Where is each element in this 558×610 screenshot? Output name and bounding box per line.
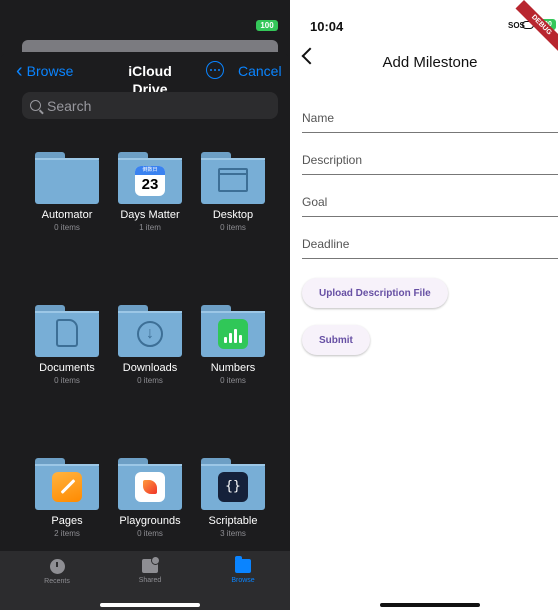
more-options-icon[interactable] — [206, 61, 224, 79]
name-input[interactable] — [302, 105, 558, 131]
tab-bar: Recents Shared Browse — [0, 551, 290, 610]
home-indicator — [100, 603, 200, 607]
folder-name: Desktop — [212, 209, 254, 221]
home-indicator — [380, 603, 480, 607]
description-input[interactable] — [302, 147, 558, 173]
tab-label: Shared — [138, 577, 162, 584]
folder-days-matter[interactable]: 倒数日 23 Days Matter 1 item — [108, 152, 192, 233]
folder-icon — [35, 458, 99, 510]
document-icon — [56, 319, 78, 347]
folder-icon — [201, 305, 265, 357]
folder-count: 3 items — [220, 529, 246, 538]
search-placeholder: Search — [47, 97, 92, 114]
calendar-header: 倒数日 — [135, 166, 165, 175]
folder-count: 0 items — [137, 376, 163, 385]
folder-name: Documents — [39, 362, 95, 374]
folder-icon — [118, 458, 182, 510]
folder-fill-icon — [235, 556, 251, 573]
folder-icon: 倒数日 23 — [118, 152, 182, 204]
folder-count: 1 item — [139, 223, 161, 232]
tab-label: Recents — [44, 578, 70, 585]
folder-icon — [201, 152, 265, 204]
search-icon — [30, 100, 41, 111]
folder-pages[interactable]: Pages 2 items — [25, 458, 109, 539]
goal-field[interactable] — [302, 189, 558, 217]
folder-icon — [35, 152, 99, 204]
numbers-app-icon — [218, 319, 248, 349]
cancel-button[interactable]: Cancel — [238, 62, 282, 80]
deadline-input[interactable] — [302, 231, 558, 257]
page-title: Add Milestone — [382, 54, 478, 71]
tab-label: Browse — [231, 577, 255, 584]
shared-folder-icon — [142, 556, 160, 573]
back-arrow-icon[interactable] — [301, 47, 319, 65]
browse-back-button[interactable]: ‹ Browse — [16, 60, 74, 82]
add-milestone-pane: 10:04 SOS 100 DEBUG Add Milestone Upload… — [290, 0, 558, 610]
folder-icon: {} — [201, 458, 265, 510]
tab-shared[interactable]: Shared — [120, 556, 180, 584]
goal-input[interactable] — [302, 189, 558, 215]
folder-name: Numbers — [210, 362, 256, 374]
name-field[interactable] — [302, 105, 558, 133]
scriptable-app-icon: {} — [218, 472, 248, 502]
chevron-left-icon: ‹ — [16, 60, 23, 82]
folder-name: Days Matter — [120, 209, 180, 221]
pages-app-icon — [52, 472, 82, 502]
upload-description-file-button[interactable]: Upload Description File — [302, 278, 448, 308]
swift-playgrounds-icon — [135, 472, 165, 502]
folder-icon: ↓ — [118, 305, 182, 357]
folder-scriptable[interactable]: {} Scriptable 3 items — [191, 458, 275, 539]
folder-count: 0 items — [220, 376, 246, 385]
clock-icon — [49, 559, 65, 574]
folder-numbers[interactable]: Numbers 0 items — [191, 305, 275, 386]
screen: 100 ‹ Browse iCloud Drive Cancel Search … — [0, 0, 558, 610]
folder-name: Downloads — [122, 362, 178, 374]
folder-icon — [35, 305, 99, 357]
folder-count: 0 items — [54, 223, 80, 232]
folder-name: Pages — [51, 515, 83, 527]
folder-count: 0 items — [137, 529, 163, 538]
folder-playgrounds[interactable]: Playgrounds 0 items — [108, 458, 192, 539]
folder-name: Scriptable — [208, 515, 258, 527]
folder-name: Playgrounds — [119, 515, 181, 527]
tab-recents[interactable]: Recents — [27, 559, 87, 585]
folder-downloads[interactable]: ↓ Downloads 0 items — [108, 305, 192, 386]
folder-count: 0 items — [54, 376, 80, 385]
file-picker-pane: 100 ‹ Browse iCloud Drive Cancel Search … — [0, 0, 290, 610]
desktop-icon — [218, 168, 248, 192]
folder-count: 2 items — [54, 529, 80, 538]
back-label: Browse — [26, 63, 74, 79]
description-field[interactable] — [302, 147, 558, 175]
folder-automator[interactable]: Automator 0 items — [25, 152, 109, 233]
submit-button[interactable]: Submit — [302, 325, 370, 355]
status-time: 10:04 — [310, 19, 344, 34]
tab-browse[interactable]: Browse — [213, 556, 273, 584]
download-arrow-icon: ↓ — [137, 321, 163, 347]
folder-name: Automator — [41, 209, 93, 221]
calendar-day: 23 — [141, 176, 159, 193]
search-field[interactable]: Search — [22, 92, 278, 119]
folder-count: 0 items — [220, 223, 246, 232]
deadline-field[interactable] — [302, 231, 558, 259]
folder-documents[interactable]: Documents 0 items — [25, 305, 109, 386]
battery-indicator: 100 — [256, 20, 278, 31]
calendar-app-icon: 倒数日 23 — [135, 166, 165, 196]
folder-desktop[interactable]: Desktop 0 items — [191, 152, 275, 233]
